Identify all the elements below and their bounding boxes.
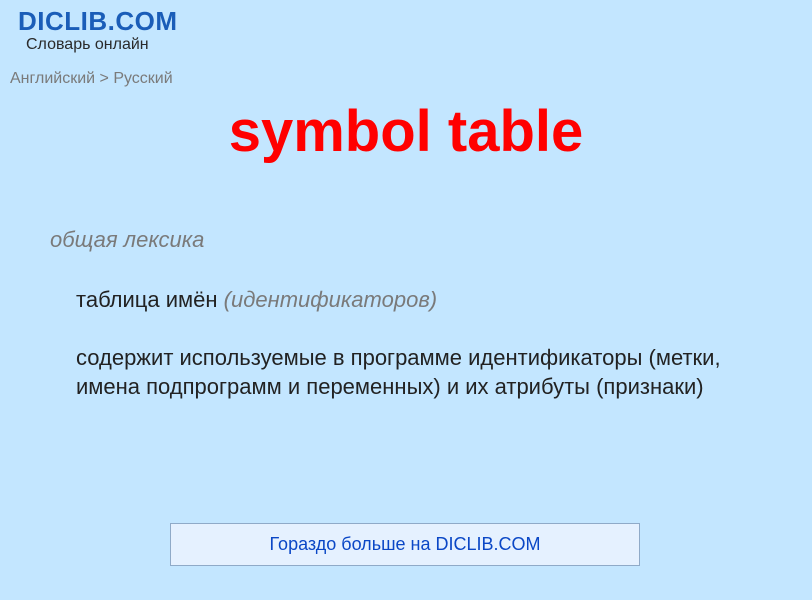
definition-main-text: таблица имён — [76, 287, 224, 312]
entry-title: symbol table — [20, 98, 792, 165]
cta-label: Гораздо больше на DICLIB.COM — [270, 534, 541, 554]
cta-box[interactable]: Гораздо больше на DICLIB.COM — [170, 523, 640, 566]
site-header: DICLIB.COM Словарь онлайн — [0, 0, 812, 56]
site-subtitle: Словарь онлайн — [26, 36, 794, 54]
definition-qualifier: (идентификаторов) — [224, 287, 437, 312]
definition-block: таблица имён (идентификаторов) содержит … — [76, 285, 772, 402]
entry-category: общая лексика — [50, 227, 792, 253]
entry-content: symbol table общая лексика таблица имён … — [0, 98, 812, 402]
definition-short: таблица имён (идентификаторов) — [76, 285, 772, 315]
breadcrumb: Английский > Русский — [0, 56, 812, 96]
site-title[interactable]: DICLIB.COM — [18, 8, 794, 34]
definition-full: содержит используемые в программе иденти… — [76, 343, 772, 402]
